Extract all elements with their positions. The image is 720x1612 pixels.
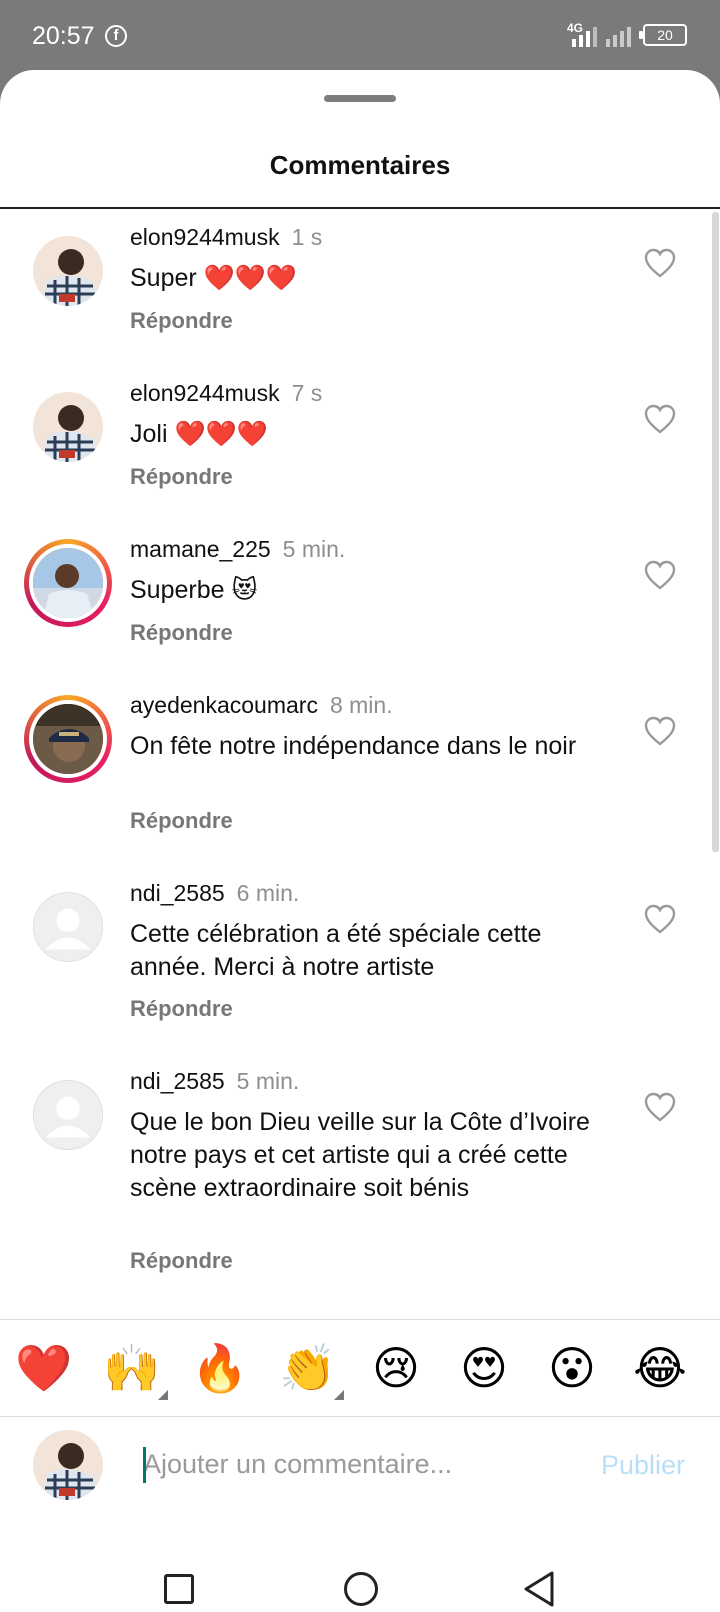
facebook-icon: f: [105, 25, 127, 47]
emoji-crying-button[interactable]: 😢: [366, 1338, 426, 1398]
current-user-avatar: [33, 1430, 103, 1500]
comment-username[interactable]: ayedenkacoumarc 8 min.: [130, 692, 393, 719]
like-heart-icon[interactable]: [644, 716, 676, 746]
emoji-bar: ❤️ 🙌 🔥 👏 😢 😍 😮 😂: [0, 1320, 720, 1416]
signal-icon-sim2: [606, 27, 631, 47]
comment-time: 5 min.: [282, 536, 346, 562]
avatar-story-ring[interactable]: [24, 695, 112, 783]
battery-icon: 20: [639, 24, 687, 46]
avatar-story-ring[interactable]: [24, 539, 112, 627]
reply-button[interactable]: Répondre: [130, 1248, 233, 1274]
like-heart-icon[interactable]: [644, 904, 676, 934]
like-heart-icon[interactable]: [644, 560, 676, 590]
comment-username[interactable]: elon9244musk 7 s: [130, 380, 322, 407]
like-heart-icon[interactable]: [644, 1092, 676, 1122]
comment-text: Cette célébration a été spéciale cette a…: [130, 920, 542, 981]
avatar-default[interactable]: [33, 892, 103, 962]
title-divider: [0, 207, 720, 209]
drag-handle[interactable]: [324, 95, 396, 102]
emoji-joy-button[interactable]: 😂: [630, 1338, 690, 1398]
signal-icon: [572, 27, 597, 47]
reply-button[interactable]: Répondre: [130, 464, 233, 490]
avatar[interactable]: [33, 392, 103, 462]
emoji-fire-button[interactable]: 🔥: [190, 1338, 250, 1398]
reply-button[interactable]: Répondre: [130, 620, 233, 646]
like-heart-icon[interactable]: [644, 404, 676, 434]
comment-time: 6 min.: [236, 880, 300, 906]
comment-text: Joli ❤️❤️❤️: [130, 420, 268, 448]
comment-input[interactable]: [143, 1442, 573, 1486]
comment-time: 7 s: [291, 380, 323, 406]
comment-username[interactable]: mamane_225 5 min.: [130, 536, 345, 563]
comment-time: 8 min.: [329, 692, 393, 718]
status-time: 20:57: [32, 22, 95, 50]
comment-time: 1 s: [291, 224, 323, 250]
scrollbar[interactable]: [712, 212, 719, 852]
comment-text: Superbe 😻: [130, 576, 258, 604]
emoji-heart-button[interactable]: ❤️: [14, 1338, 74, 1398]
comment-text: Super ❤️❤️❤️: [130, 264, 298, 292]
divider: [0, 1416, 720, 1417]
emoji-raising-hands-button[interactable]: 🙌: [102, 1338, 168, 1400]
skin-tone-indicator: [334, 1390, 344, 1400]
avatar[interactable]: [33, 236, 103, 306]
back-button[interactable]: [522, 1570, 556, 1608]
publish-button[interactable]: Publier: [601, 1450, 685, 1481]
comment-text: On fête notre indépendance dans le noir: [130, 732, 577, 760]
recent-apps-button[interactable]: [164, 1574, 194, 1604]
emoji-heart-eyes-button[interactable]: 😍: [454, 1338, 514, 1398]
comment-username[interactable]: ndi_2585 6 min.: [130, 880, 299, 907]
text-cursor: [143, 1447, 146, 1483]
skin-tone-indicator: [158, 1390, 168, 1400]
comment-username[interactable]: elon9244musk 1 s: [130, 224, 322, 251]
comment-text: Que le bon Dieu veille sur la Côte d’Ivo…: [130, 1108, 590, 1202]
comment-time: 5 min.: [236, 1068, 300, 1094]
reply-button[interactable]: Répondre: [130, 808, 233, 834]
emoji-surprised-button[interactable]: 😮: [542, 1338, 602, 1398]
emoji-clap-button[interactable]: 👏: [278, 1338, 344, 1400]
emoji-raising-hands-label: 🙌: [103, 1342, 161, 1394]
avatar-default[interactable]: [33, 1080, 103, 1150]
sheet-title: Commentaires: [269, 150, 451, 180]
comments-sheet: Commentaires elon9244musk 1 s Super ❤️❤️❤…: [0, 70, 720, 1612]
comment-username[interactable]: ndi_2585 5 min.: [130, 1068, 299, 1095]
status-bar: 20:57 f 4G 20: [0, 0, 720, 70]
reply-button[interactable]: Répondre: [130, 308, 233, 334]
emoji-clap-label: 👏: [279, 1342, 337, 1394]
like-heart-icon[interactable]: [644, 248, 676, 278]
reply-button[interactable]: Répondre: [130, 996, 233, 1022]
home-button[interactable]: [344, 1572, 378, 1606]
